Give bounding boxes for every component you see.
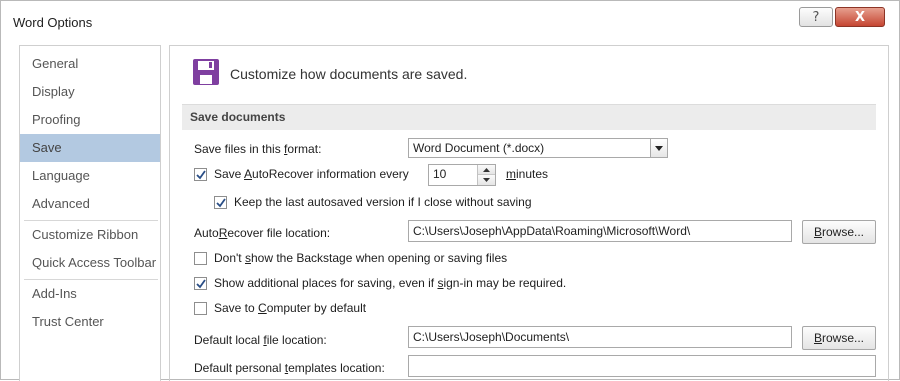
sidebar-item-trust-center[interactable]: Trust Center <box>20 308 160 336</box>
checkmark-icon <box>195 169 206 179</box>
sidebar-item-advanced[interactable]: Advanced <box>20 190 160 218</box>
additional-places-label: Show additional places for saving, even … <box>214 276 567 290</box>
sidebar-item-general[interactable]: General <box>20 50 160 78</box>
save-to-computer-label: Save to Computer by default <box>214 301 367 315</box>
sidebar-item-proofing[interactable]: Proofing <box>20 106 160 134</box>
close-icon: X <box>854 9 866 25</box>
sidebar-item-quick-access-toolbar[interactable]: Quick Access Toolbar <box>20 249 160 277</box>
chevron-down-icon[interactable] <box>650 139 667 157</box>
sidebar-item-add-ins[interactable]: Add-Ins <box>20 280 160 308</box>
hide-backstage-checkbox[interactable] <box>194 252 207 265</box>
title-bar: Word Options ? X <box>1 1 899 37</box>
save-to-computer-checkbox[interactable] <box>194 302 207 315</box>
autorecover-checkbox[interactable] <box>194 168 207 181</box>
help-button[interactable]: ? <box>799 7 833 27</box>
spin-down-icon[interactable] <box>478 175 495 185</box>
options-sidebar: General Display Proofing Save Language A… <box>19 45 161 381</box>
autorecover-label: Save AutoRecover information every <box>214 167 409 181</box>
help-icon: ? <box>812 9 820 25</box>
hide-backstage-label: Don't show the Backstage when opening or… <box>214 251 508 265</box>
keep-last-autosaved-checkbox[interactable] <box>214 196 227 209</box>
format-label: Save files in this format: <box>194 142 322 156</box>
additional-places-checkbox[interactable] <box>194 277 207 290</box>
sidebar-item-language[interactable]: Language <box>20 162 160 190</box>
templates-location-label: Default personal templates location: <box>194 361 385 375</box>
word-options-dialog: Word Options ? X General Display Proofin… <box>0 0 900 381</box>
default-local-location-label: Default local file location: <box>194 333 327 347</box>
sidebar-item-customize-ribbon[interactable]: Customize Ribbon <box>20 221 160 249</box>
sidebar-item-display[interactable]: Display <box>20 78 160 106</box>
save-format-dropdown[interactable]: Word Document (*.docx) <box>408 138 668 158</box>
page-heading: Customize how documents are saved. <box>230 66 468 82</box>
floppy-disk-icon <box>193 59 219 85</box>
window-title: Word Options <box>13 15 93 30</box>
default-local-browse-button[interactable]: Browse... <box>802 326 876 350</box>
spinner-buttons <box>477 165 495 185</box>
save-format-value: Word Document (*.docx) <box>413 141 545 155</box>
default-local-location-input[interactable]: C:\Users\Joseph\Documents\ <box>408 326 792 348</box>
autorecover-browse-button[interactable]: Browse... <box>802 220 876 244</box>
sidebar-item-save[interactable]: Save <box>20 134 160 162</box>
autorecover-location-label: AutoRecover file location: <box>194 226 331 240</box>
save-options-panel: Customize how documents are saved. Save … <box>169 45 889 381</box>
keep-last-autosaved-label: Keep the last autosaved version if I clo… <box>234 195 532 209</box>
section-heading: Save documents <box>182 104 876 130</box>
autorecover-location-input[interactable]: C:\Users\Joseph\AppData\Roaming\Microsof… <box>408 220 792 242</box>
spin-up-icon[interactable] <box>478 165 495 175</box>
autorecover-minutes-value[interactable]: 10 <box>433 167 446 181</box>
minutes-label: minutes <box>506 167 549 181</box>
autorecover-minutes-spinner[interactable]: 10 <box>428 164 496 186</box>
checkmark-icon <box>215 197 226 207</box>
close-button[interactable]: X <box>835 7 885 27</box>
templates-location-input[interactable] <box>408 355 876 377</box>
checkmark-icon <box>195 278 206 288</box>
